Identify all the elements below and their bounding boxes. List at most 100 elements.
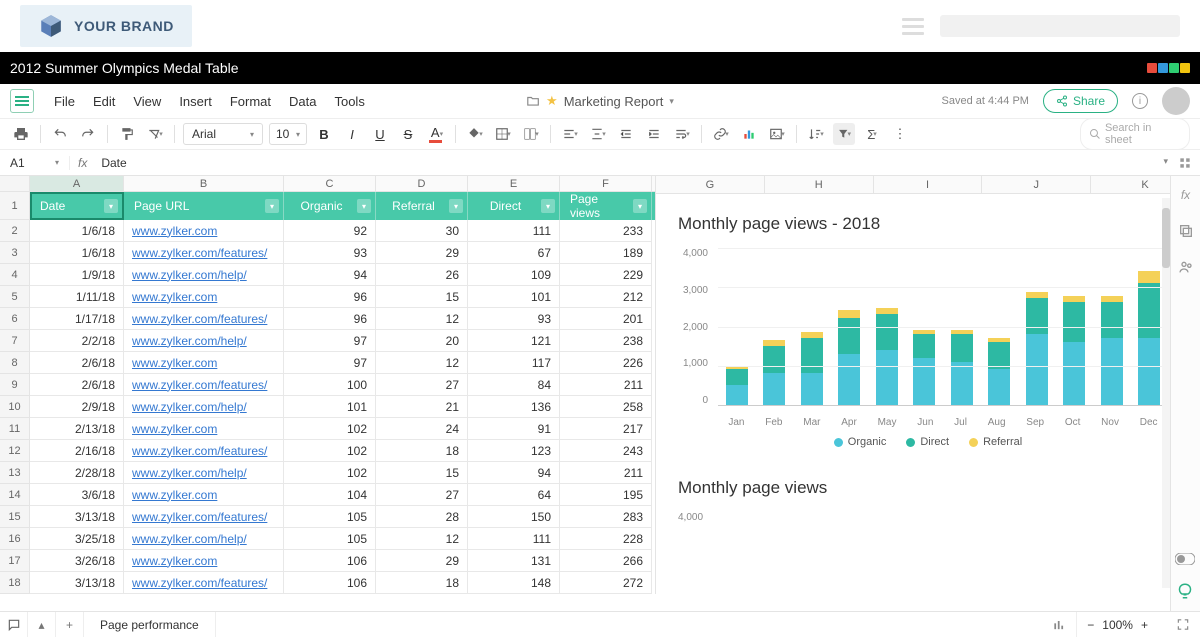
filter-dropdown-icon[interactable]: ▾ xyxy=(265,199,279,213)
header-page-url[interactable]: Page URL▾ xyxy=(124,192,284,220)
cell[interactable]: www.zylker.com/features/ xyxy=(124,506,284,528)
col-header-D[interactable]: D xyxy=(376,176,468,191)
merge-icon[interactable]: ▾ xyxy=(520,123,542,145)
borders-icon[interactable]: ▾ xyxy=(492,123,514,145)
col-header-F[interactable]: F xyxy=(560,176,652,191)
zoom-control[interactable]: − 100% + xyxy=(1076,612,1158,637)
cell[interactable]: 21 xyxy=(376,396,468,418)
cell[interactable]: 64 xyxy=(468,484,560,506)
cell[interactable]: 238 xyxy=(560,330,652,352)
formula-value[interactable]: Date xyxy=(95,156,132,170)
cell[interactable]: 96 xyxy=(284,286,376,308)
fill-color-icon[interactable]: ▾ xyxy=(464,123,486,145)
select-all-corner[interactable] xyxy=(0,176,30,191)
cell[interactable]: 27 xyxy=(376,484,468,506)
cell[interactable]: 102 xyxy=(284,418,376,440)
cell[interactable]: 111 xyxy=(468,528,560,550)
sheet-menu-icon[interactable] xyxy=(10,89,34,113)
col-header-J[interactable]: J xyxy=(982,176,1091,193)
cell[interactable]: 2/13/18 xyxy=(30,418,124,440)
cell-reference[interactable]: A1▾ xyxy=(0,156,70,170)
strike-button[interactable]: S xyxy=(397,127,419,142)
cell[interactable]: www.zylker.com xyxy=(124,352,284,374)
menu-view[interactable]: View xyxy=(133,94,161,109)
header-direct[interactable]: Direct▾ xyxy=(468,192,560,220)
cell[interactable]: 211 xyxy=(560,374,652,396)
indent-increase-icon[interactable] xyxy=(643,123,665,145)
cell[interactable]: www.zylker.com/help/ xyxy=(124,528,284,550)
doc-name-area[interactable]: ★ Marketing Report ▾ xyxy=(526,93,674,109)
row-number[interactable]: 5 xyxy=(0,286,30,308)
bar-Sep[interactable] xyxy=(1026,292,1048,405)
menu-tools[interactable]: Tools xyxy=(334,94,364,109)
cell[interactable]: 1/6/18 xyxy=(30,242,124,264)
header-date[interactable]: Date▾ xyxy=(30,192,124,220)
zoom-out-button[interactable]: − xyxy=(1087,618,1094,632)
cell[interactable]: 29 xyxy=(376,550,468,572)
cell[interactable]: www.zylker.com xyxy=(124,418,284,440)
row-number[interactable]: 15 xyxy=(0,506,30,528)
comment-icon[interactable] xyxy=(0,612,28,637)
cell[interactable]: 97 xyxy=(284,352,376,374)
bar-Jan[interactable] xyxy=(726,366,748,405)
filter-dropdown-icon[interactable]: ▾ xyxy=(633,199,647,213)
row-number[interactable]: 10 xyxy=(0,396,30,418)
layers-icon[interactable] xyxy=(1177,222,1195,240)
row-number[interactable]: 14 xyxy=(0,484,30,506)
cell[interactable]: 96 xyxy=(284,308,376,330)
image-icon[interactable]: ▾ xyxy=(766,123,788,145)
cell[interactable]: 2/6/18 xyxy=(30,352,124,374)
undo-icon[interactable] xyxy=(49,123,71,145)
bar-Apr[interactable] xyxy=(838,310,860,405)
row-number[interactable]: 18 xyxy=(0,572,30,594)
text-color-button[interactable]: A▾ xyxy=(425,125,447,143)
row-number[interactable]: 13 xyxy=(0,462,30,484)
cell[interactable]: www.zylker.com/help/ xyxy=(124,462,284,484)
filter-dropdown-icon[interactable]: ▾ xyxy=(357,199,371,213)
stats-icon[interactable] xyxy=(1052,612,1066,637)
cell[interactable]: 189 xyxy=(560,242,652,264)
cell[interactable]: 24 xyxy=(376,418,468,440)
grid-icon[interactable] xyxy=(1178,156,1192,170)
cell[interactable]: 2/9/18 xyxy=(30,396,124,418)
clear-format-icon[interactable]: ▾ xyxy=(144,123,166,145)
cell[interactable]: 211 xyxy=(560,462,652,484)
cell[interactable]: 217 xyxy=(560,418,652,440)
cell[interactable]: www.zylker.com/features/ xyxy=(124,374,284,396)
cell[interactable]: 195 xyxy=(560,484,652,506)
cell[interactable]: 12 xyxy=(376,528,468,550)
header-organic[interactable]: Organic▾ xyxy=(284,192,376,220)
bar-Feb[interactable] xyxy=(763,340,785,405)
cell[interactable]: 105 xyxy=(284,528,376,550)
col-header-B[interactable]: B xyxy=(124,176,284,191)
menu-edit[interactable]: Edit xyxy=(93,94,115,109)
cell[interactable]: 102 xyxy=(284,440,376,462)
cell[interactable]: www.zylker.com/features/ xyxy=(124,242,284,264)
cell[interactable]: 15 xyxy=(376,286,468,308)
cell[interactable]: www.zylker.com/features/ xyxy=(124,572,284,594)
col-header-C[interactable]: C xyxy=(284,176,376,191)
bar-Oct[interactable] xyxy=(1063,296,1085,405)
cell[interactable]: 106 xyxy=(284,550,376,572)
row-number[interactable]: 16 xyxy=(0,528,30,550)
lightbulb-icon[interactable] xyxy=(1174,580,1196,602)
bar-May[interactable] xyxy=(876,308,898,405)
cell[interactable]: www.zylker.com xyxy=(124,550,284,572)
cell[interactable]: www.zylker.com/features/ xyxy=(124,440,284,462)
cell[interactable]: 148 xyxy=(468,572,560,594)
row-number[interactable]: 17 xyxy=(0,550,30,572)
cell[interactable]: 29 xyxy=(376,242,468,264)
cell[interactable]: www.zylker.com/features/ xyxy=(124,308,284,330)
cell[interactable]: 272 xyxy=(560,572,652,594)
indent-decrease-icon[interactable] xyxy=(615,123,637,145)
filter-dropdown-icon[interactable]: ▾ xyxy=(104,199,118,213)
row-number[interactable]: 12 xyxy=(0,440,30,462)
col-header-I[interactable]: I xyxy=(874,176,983,193)
info-icon[interactable]: i xyxy=(1132,93,1148,109)
cell[interactable]: 243 xyxy=(560,440,652,462)
search-input[interactable]: Search in sheet xyxy=(1080,118,1190,150)
bar-Jul[interactable] xyxy=(951,330,973,405)
cell[interactable]: www.zylker.com xyxy=(124,484,284,506)
cell[interactable]: 201 xyxy=(560,308,652,330)
cell[interactable]: 1/6/18 xyxy=(30,220,124,242)
